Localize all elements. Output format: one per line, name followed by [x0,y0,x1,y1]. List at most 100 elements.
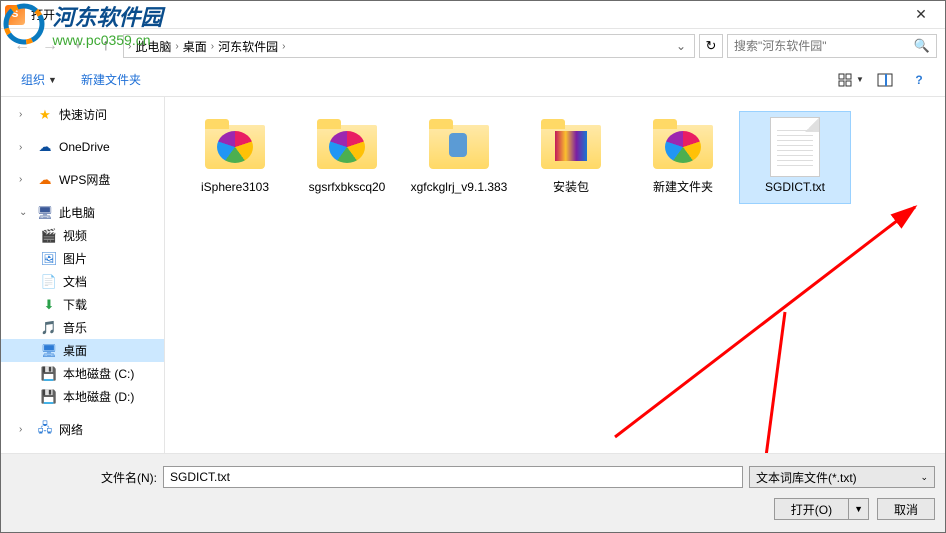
folder-icon [205,125,265,169]
search-input[interactable] [734,39,914,53]
file-label: iSphere3103 [201,180,269,195]
pc-icon: 🖥 [37,205,53,221]
folder-icon [429,125,489,169]
file-label: xgfckglrj_v9.1.383 [411,180,508,195]
chevron-down-icon: ⌄ [19,207,31,218]
chevron-right-icon: › [282,41,285,52]
nav-up-button[interactable]: ↑ [93,33,119,59]
toolbar: 组织 ▼ 新建文件夹 ▼ ? [1,63,945,97]
breadcrumb-item-pc[interactable]: 此电脑 [131,38,175,55]
folder-icon [653,125,713,169]
file-list[interactable]: iSphere3103 sgsrfxbkscq20 xgfckglrj_v9.1… [165,97,945,453]
dialog-bottom: 文件名(N): 文本词库文件(*.txt) ⌄ 打开(O) ▼ 取消 [1,453,945,532]
sidebar-item-label: 快速访问 [59,106,107,123]
navigation-bar: ← → ▾ ↑ › 此电脑 › 桌面 › 河东软件园 › ⌄ ↻ 🔍 [1,29,945,63]
file-label: sgsrfxbkscq20 [309,180,386,195]
folder-item[interactable]: 新建文件夹 [627,111,739,204]
sidebar-item-label: OneDrive [59,140,110,154]
filename-input[interactable] [163,466,743,488]
sidebar-item-label: 本地磁盘 (D:) [63,388,134,405]
preview-icon [877,73,893,87]
chevron-right-icon: › [19,142,31,153]
preview-pane-button[interactable] [871,69,899,91]
cloud-icon: ☁ [37,139,53,155]
file-label: 新建文件夹 [653,180,713,195]
filename-label: 文件名(N): [101,469,157,486]
search-icon: 🔍 [914,38,930,54]
folder-item[interactable]: xgfckglrj_v9.1.383 [403,111,515,204]
view-icon [838,73,854,87]
txt-file-icon [770,117,820,177]
pictures-icon: 🖼 [41,251,57,267]
filetype-label: 文本词库文件(*.txt) [756,469,857,486]
sidebar: › ★ 快速访问 › ☁ OneDrive › ☁ WPS网盘 ⌄ 🖥 此电脑 [1,97,165,453]
breadcrumb-item-folder[interactable]: 河东软件园 [214,38,282,55]
folder-item[interactable]: 安装包 [515,111,627,204]
open-file-dialog: S 打开 ✕ ← → ▾ ↑ › 此电脑 › 桌面 › 河东软件园 › ⌄ ↻ … [0,0,946,533]
desktop-icon: 🖥 [41,343,57,359]
open-button-label: 打开(O) [775,499,849,519]
cancel-button[interactable]: 取消 [877,498,935,520]
network-icon: 🖧 [37,422,53,438]
cancel-button-label: 取消 [894,501,918,518]
organize-button[interactable]: 组织 ▼ [13,67,65,92]
downloads-icon: ⬇ [41,297,57,313]
folder-item[interactable]: sgsrfxbkscq20 [291,111,403,204]
nav-recent-dropdown[interactable]: ▾ [65,33,91,59]
sidebar-item-pictures[interactable]: 🖼 图片 [1,247,164,270]
open-button[interactable]: 打开(O) ▼ [774,498,869,520]
nav-back-button[interactable]: ← [9,33,35,59]
sidebar-item-label: 音乐 [63,319,87,336]
chevron-down-icon[interactable]: ▼ [849,499,868,519]
app-icon: S [5,5,25,25]
window-title: 打开 [31,6,901,23]
sidebar-item-label: WPS网盘 [59,171,110,188]
star-icon: ★ [37,107,53,123]
help-button[interactable]: ? [905,69,933,91]
sidebar-item-this-pc[interactable]: ⌄ 🖥 此电脑 [1,201,164,224]
organize-label: 组织 [21,71,45,88]
chevron-down-icon: ▼ [856,75,864,84]
chevron-right-icon: › [19,109,31,120]
view-options-button[interactable]: ▼ [837,69,865,91]
close-button[interactable]: ✕ [901,1,941,29]
breadcrumb-dropdown[interactable]: ⌄ [672,39,690,53]
filetype-select[interactable]: 文本词库文件(*.txt) ⌄ [749,466,935,488]
search-box[interactable]: 🔍 [727,34,937,58]
sidebar-item-wps[interactable]: › ☁ WPS网盘 [1,168,164,191]
nav-forward-button[interactable]: → [37,33,63,59]
sidebar-item-network[interactable]: › 🖧 网络 [1,418,164,441]
sidebar-item-label: 图片 [63,250,87,267]
drive-icon: 💾 [41,366,57,382]
sidebar-item-label: 下载 [63,296,87,313]
music-icon: 🎵 [41,320,57,336]
sidebar-item-music[interactable]: 🎵 音乐 [1,316,164,339]
breadcrumb-item-desktop[interactable]: 桌面 [179,38,211,55]
sidebar-item-label: 本地磁盘 (C:) [63,365,134,382]
sidebar-item-label: 桌面 [63,342,87,359]
sidebar-item-downloads[interactable]: ⬇ 下载 [1,293,164,316]
sidebar-item-disk-c[interactable]: 💾 本地磁盘 (C:) [1,362,164,385]
sidebar-item-disk-d[interactable]: 💾 本地磁盘 (D:) [1,385,164,408]
sidebar-item-onedrive[interactable]: › ☁ OneDrive [1,136,164,158]
sidebar-item-videos[interactable]: 🎬 视频 [1,224,164,247]
file-label: 安装包 [553,180,589,195]
sidebar-item-desktop[interactable]: 🖥 桌面 [1,339,164,362]
help-icon: ? [915,73,922,87]
folder-item[interactable]: iSphere3103 [179,111,291,204]
chevron-right-icon: › [19,174,31,185]
folder-icon [317,125,377,169]
file-item-selected[interactable]: SGDICT.txt [739,111,851,204]
annotation-arrow [605,197,935,447]
chevron-down-icon: ⌄ [920,472,928,483]
drive-icon: 💾 [41,389,57,405]
file-label: SGDICT.txt [765,180,825,195]
refresh-button[interactable]: ↻ [699,34,723,58]
new-folder-button[interactable]: 新建文件夹 [73,67,149,92]
annotation-arrow [755,307,795,453]
sidebar-item-quick-access[interactable]: › ★ 快速访问 [1,103,164,126]
sidebar-item-label: 网络 [59,421,83,438]
sidebar-item-documents[interactable]: 📄 文档 [1,270,164,293]
sidebar-item-label: 文档 [63,273,87,290]
breadcrumb[interactable]: › 此电脑 › 桌面 › 河东软件园 › ⌄ [123,34,695,58]
